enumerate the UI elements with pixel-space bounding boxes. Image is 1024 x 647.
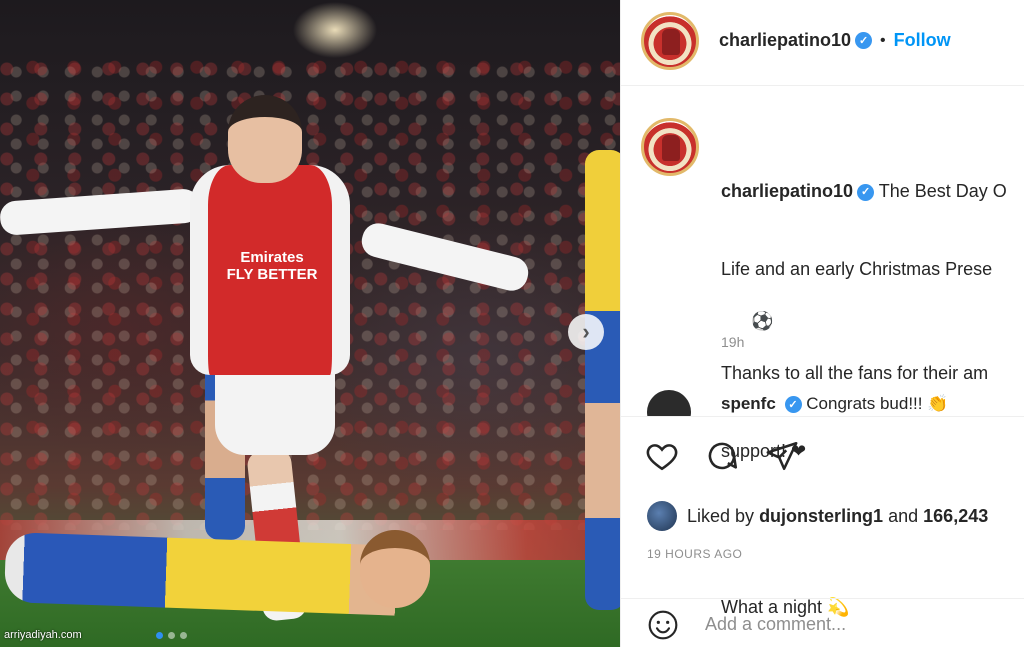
carousel-dot	[180, 632, 187, 639]
separator: •	[880, 31, 886, 49]
follow-button[interactable]: Follow	[894, 30, 951, 51]
chevron-right-icon: ›	[582, 319, 590, 344]
verified-icon: ✓	[784, 396, 802, 414]
share-icon[interactable]	[765, 439, 799, 473]
caption: charliepatino10 ✓ The Best Day O Life and…	[621, 86, 1024, 617]
caption-line-2: Life and an early Christmas Prese	[721, 259, 993, 279]
carousel-dots	[156, 632, 187, 639]
post-side-panel: charliepatino10 ✓ • Follow charliepatino…	[620, 0, 1024, 647]
caption-line-1: The Best Day O	[878, 181, 1007, 201]
header-username[interactable]: charliepatino10	[719, 30, 851, 51]
comment-input[interactable]	[705, 611, 1005, 637]
verified-icon: ✓	[855, 32, 873, 49]
caption-avatar[interactable]	[641, 118, 699, 176]
carousel-dot	[156, 632, 163, 639]
caption-line-4: Thanks to all the fans for their am	[721, 363, 989, 383]
comment: spenfc ✓ Congrats bud!!! 👏	[621, 390, 1024, 416]
comment-text: spenfc ✓ Congrats bud!!! 👏	[721, 394, 948, 414]
add-comment-bar	[621, 598, 1024, 647]
caption-line-3: ⚽	[751, 311, 774, 331]
caption-username[interactable]: charliepatino10	[721, 181, 853, 201]
post-timestamp[interactable]: 19 HOURS AGO	[647, 547, 742, 561]
post-photo[interactable]: Emirates FLY BETTER › arriyadiyah.com	[0, 0, 620, 647]
fallen-opponent-head	[360, 530, 430, 608]
carousel-next-button[interactable]: ›	[568, 314, 604, 350]
comment-body: Congrats bud!!! 👏	[806, 394, 949, 413]
heart-icon[interactable]	[645, 439, 679, 473]
likes-and: and	[888, 505, 919, 526]
likes-prefix: Liked by	[687, 505, 755, 526]
likes-user[interactable]: dujonsterling1	[759, 506, 883, 526]
post-header: charliepatino10 ✓ • Follow	[621, 0, 1024, 86]
comment-icon[interactable]	[705, 439, 739, 473]
verified-icon: ✓	[857, 183, 875, 201]
comment-avatar[interactable]	[647, 390, 691, 416]
likes-count[interactable]: 166,243	[923, 506, 988, 526]
avatar[interactable]	[641, 12, 699, 70]
smile-icon[interactable]	[647, 609, 679, 641]
caption-time[interactable]: 19h	[721, 334, 744, 350]
opponent-player-right	[585, 150, 620, 610]
likes-row: Liked by dujonsterling1 and 166,243	[647, 501, 988, 531]
player-head	[228, 95, 302, 183]
carousel-dot	[168, 632, 175, 639]
comment-username[interactable]: spenfc	[721, 394, 776, 413]
shirt-sponsor-text: Emirates FLY BETTER	[226, 249, 318, 283]
post-actions: Liked by dujonsterling1 and 166,243 19 H…	[621, 416, 1024, 598]
watermark: arriyadiyah.com	[4, 629, 82, 641]
likes-avatar[interactable]	[647, 501, 677, 531]
likes-text: Liked by dujonsterling1 and 166,243	[687, 506, 988, 527]
